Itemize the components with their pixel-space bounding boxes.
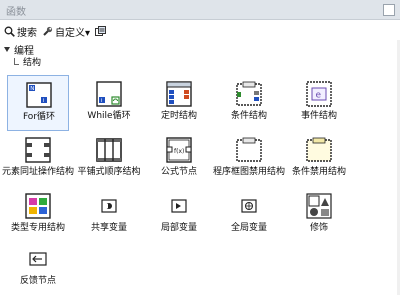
while-loop-icon: i bbox=[96, 81, 122, 107]
palette-item-event-structure[interactable]: e 事件结构 bbox=[288, 75, 350, 131]
search-button[interactable]: 搜索 bbox=[4, 25, 37, 39]
palette-item-flat-sequence[interactable]: 平铺式顺序结构 bbox=[77, 131, 141, 187]
palette-item-label: 局部变量 bbox=[160, 223, 197, 233]
tree-elbow-icon bbox=[14, 58, 19, 65]
palette-item-timed-structure[interactable]: 定时结构 bbox=[148, 75, 210, 131]
close-button[interactable] bbox=[383, 4, 395, 16]
palette-item-label: 共享变量 bbox=[90, 223, 127, 233]
palette-item-for-loop[interactable]: Ni For循环 bbox=[7, 75, 69, 131]
palette-item-while-loop[interactable]: i While循环 bbox=[78, 75, 140, 131]
diagram-disable-icon bbox=[236, 137, 262, 163]
palette-item-label: 条件结构 bbox=[230, 111, 267, 121]
search-label: 搜索 bbox=[17, 28, 37, 39]
palette-item-label: 元素同址操作结构 bbox=[1, 167, 74, 177]
feedback-node-icon bbox=[25, 246, 51, 272]
customize-menu[interactable]: 自定义▾ bbox=[42, 25, 91, 39]
palette-item-label: 程序框图禁用结构 bbox=[212, 167, 285, 177]
palette-item-label: 公式节点 bbox=[160, 167, 197, 177]
breadcrumb: 编程 结构 bbox=[0, 40, 400, 70]
palette-item-label: 条件禁用结构 bbox=[291, 167, 346, 177]
palette-item-global-variable[interactable]: 全局变量 bbox=[218, 187, 280, 243]
palette-item-diagram-disable[interactable]: 程序框图禁用结构 bbox=[213, 131, 285, 187]
in-place-element-icon bbox=[25, 137, 51, 163]
svg-text:f(x): f(x) bbox=[174, 148, 184, 155]
view-button[interactable] bbox=[95, 25, 106, 38]
palette-item-shared-variable[interactable]: 共享变量 bbox=[78, 187, 140, 243]
palette-item-label: 修饰 bbox=[309, 223, 328, 233]
window-view-icon bbox=[95, 26, 106, 37]
customize-label: 自定义▾ bbox=[55, 28, 91, 39]
structures-palette: Ni For循环 i While循环 定时结构 条件结构 e 事件结构 元素同址… bbox=[0, 70, 400, 295]
event-structure-icon: e bbox=[306, 81, 332, 107]
search-icon bbox=[4, 26, 15, 37]
palette-item-label: 反馈节点 bbox=[19, 276, 56, 286]
palette-item-label: 平铺式顺序结构 bbox=[77, 167, 141, 177]
breadcrumb-structures[interactable]: 结构 bbox=[14, 55, 41, 68]
palette-item-type-specialization[interactable]: 类型专用结构 bbox=[7, 187, 69, 243]
case-structure-icon bbox=[236, 81, 262, 107]
palette-item-case-structure[interactable]: 条件结构 bbox=[218, 75, 280, 131]
palette-item-in-place-element[interactable]: 元素同址操作结构 bbox=[2, 131, 74, 187]
palette-item-conditional-disable[interactable]: 条件禁用结构 bbox=[288, 131, 350, 187]
palette-item-local-variable[interactable]: 局部变量 bbox=[148, 187, 210, 243]
conditional-disable-icon bbox=[306, 137, 332, 163]
svg-text:e: e bbox=[316, 91, 322, 101]
expand-triangle-icon bbox=[4, 47, 10, 52]
flat-sequence-icon bbox=[96, 137, 122, 163]
palette-toolbar: 搜索 自定义▾ bbox=[0, 22, 400, 40]
window-title: 函数 bbox=[6, 7, 26, 18]
global-variable-icon bbox=[236, 193, 262, 219]
palette-item-feedback-node[interactable]: 反馈节点 bbox=[7, 240, 69, 295]
palette-item-label: For循环 bbox=[22, 112, 56, 122]
palette-item-label: 定时结构 bbox=[160, 111, 197, 121]
palette-item-label: 全局变量 bbox=[230, 223, 267, 233]
palette-titlebar: 函数 bbox=[0, 0, 400, 20]
breadcrumb-level2-label: 结构 bbox=[23, 58, 42, 68]
formula-node-icon: f(x) bbox=[166, 137, 192, 163]
wrench-icon bbox=[42, 26, 53, 37]
palette-item-formula-node[interactable]: f(x) 公式节点 bbox=[148, 131, 210, 187]
palette-item-decorations[interactable]: 修饰 bbox=[288, 187, 350, 243]
timed-structure-icon bbox=[166, 81, 192, 107]
type-specialization-icon bbox=[25, 193, 51, 219]
decorations-icon bbox=[306, 193, 332, 219]
shared-variable-icon bbox=[96, 193, 122, 219]
palette-item-label: 类型专用结构 bbox=[10, 223, 65, 233]
for-loop-icon: Ni bbox=[26, 82, 52, 108]
svg-text:N: N bbox=[30, 86, 34, 92]
palette-item-label: 事件结构 bbox=[300, 111, 337, 121]
local-variable-icon bbox=[166, 193, 192, 219]
palette-item-label: While循环 bbox=[87, 111, 131, 121]
